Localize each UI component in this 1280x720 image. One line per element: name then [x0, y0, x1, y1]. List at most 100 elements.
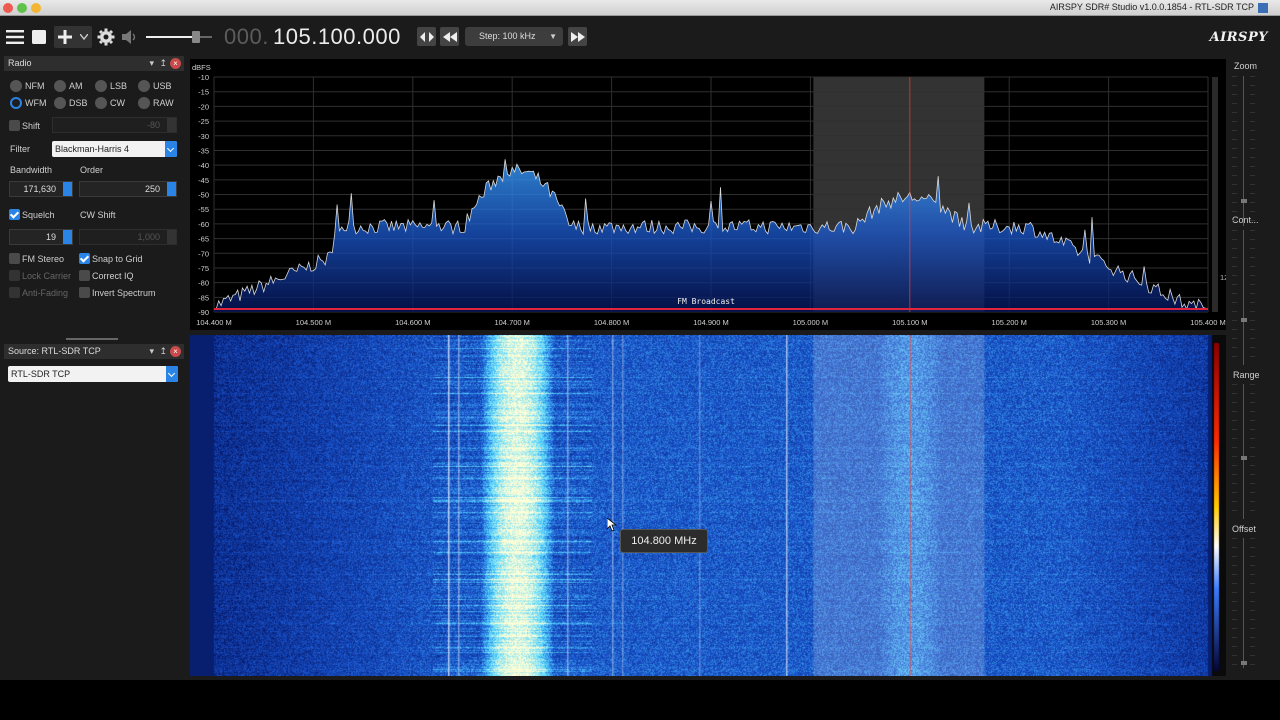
- mode-radio-usb[interactable]: [138, 80, 150, 92]
- chevron-down-icon[interactable]: ▾: [149, 346, 154, 357]
- correct-iq-checkbox[interactable]: [79, 270, 90, 281]
- mode-radio-wfm[interactable]: [10, 97, 22, 109]
- mode-radio-lsb[interactable]: [95, 80, 107, 92]
- minimize-window-button[interactable]: [31, 3, 41, 13]
- shift-spinner[interactable]: [167, 118, 176, 132]
- slider-thumb[interactable]: [1241, 318, 1247, 322]
- chevron-down-icon[interactable]: ▾: [149, 58, 154, 69]
- bandwidth-spinner[interactable]: [63, 182, 72, 196]
- slider-tick: [1232, 664, 1237, 665]
- slider-tick: [1250, 483, 1255, 484]
- anti-fading-checkbox[interactable]: [9, 287, 20, 298]
- close-window-button[interactable]: [3, 3, 13, 13]
- fm-stereo-checkbox[interactable]: [9, 253, 20, 264]
- close-icon[interactable]: ×: [170, 346, 181, 357]
- squelch-input[interactable]: 19: [9, 229, 73, 245]
- slider-tick: [1232, 610, 1237, 611]
- mode-radio-raw[interactable]: [138, 97, 150, 109]
- y-tick-label: -90: [198, 308, 209, 317]
- close-icon[interactable]: ×: [170, 58, 181, 69]
- mode-radio-dsb[interactable]: [54, 97, 66, 109]
- slider-tick: [1250, 320, 1255, 321]
- mute-button[interactable]: [120, 26, 140, 48]
- shift-checkbox[interactable]: [9, 120, 20, 131]
- invert-spectrum-label: Invert Spectrum: [92, 288, 156, 298]
- slider-tick: [1250, 456, 1255, 457]
- bandwidth-input[interactable]: 171,630: [9, 181, 73, 197]
- y-unit-label: dBFS: [192, 63, 211, 72]
- y-tick-label: -30: [198, 132, 209, 141]
- mode-label-dsb: DSB: [69, 98, 88, 108]
- shift-label: Shift: [22, 121, 41, 131]
- slider-tick: [1232, 356, 1237, 357]
- waterfall-canvas[interactable]: [190, 335, 1226, 676]
- y-tick-label: -70: [198, 249, 209, 258]
- slider-tick: [1250, 166, 1255, 167]
- slider-thumb[interactable]: [1241, 199, 1247, 203]
- step-size-select[interactable]: Step: 100 kHz ▼: [465, 27, 563, 46]
- offset-slider[interactable]: [1232, 538, 1255, 668]
- frequency-display[interactable]: 105.100.000: [273, 24, 401, 50]
- mode-label-raw: RAW: [153, 98, 174, 108]
- squelch-spinner[interactable]: [63, 230, 72, 244]
- slider-tick: [1232, 556, 1237, 557]
- range-slider[interactable]: [1232, 384, 1255, 519]
- filter-select[interactable]: Blackman-Harris 4: [52, 141, 177, 157]
- frequency-prefix[interactable]: 000.: [224, 24, 269, 50]
- zoom-window-button[interactable]: [17, 3, 27, 13]
- slider-tick: [1232, 338, 1237, 339]
- snap-to-grid-checkbox[interactable]: [79, 253, 90, 264]
- invert-spectrum-checkbox[interactable]: [79, 287, 90, 298]
- add-button[interactable]: [54, 26, 92, 48]
- zoom-slider[interactable]: [1232, 76, 1255, 226]
- slider-thumb[interactable]: [1241, 661, 1247, 665]
- cw-shift-spinner[interactable]: [167, 230, 176, 244]
- app-icon: [1258, 3, 1268, 13]
- step-back-button[interactable]: [440, 27, 459, 46]
- volume-slider-thumb[interactable]: [192, 31, 200, 43]
- y-tick-label: -15: [198, 88, 209, 97]
- slider-tick: [1232, 257, 1237, 258]
- contrast-slider[interactable]: [1232, 230, 1255, 365]
- order-input[interactable]: 250: [79, 181, 177, 197]
- spectrum-plot[interactable]: -10 -15 -20 -25 -30 -35 -40 -45 -50 -55 -60 -65 -70 -…: [190, 59, 1228, 330]
- lock-carrier-checkbox[interactable]: [9, 270, 20, 281]
- slider-tick: [1232, 202, 1237, 203]
- panel-splitter-handle[interactable]: [66, 338, 118, 340]
- order-value: 250: [144, 184, 160, 194]
- mode-radio-am[interactable]: [54, 80, 66, 92]
- cw-shift-input[interactable]: 1,000: [79, 229, 177, 245]
- stop-button[interactable]: [31, 26, 47, 48]
- source-value: RTL-SDR TCP: [11, 369, 71, 379]
- slider-tick: [1250, 148, 1255, 149]
- spectrum-analyzer[interactable]: -10 -15 -20 -25 -30 -35 -40 -45 -50 -55 -60 -65 -70 -…: [190, 59, 1228, 330]
- slider-tick: [1232, 248, 1237, 249]
- plus-icon: [58, 30, 72, 44]
- shift-input[interactable]: -80: [52, 117, 177, 133]
- slider-tick: [1232, 157, 1237, 158]
- pin-icon[interactable]: ↥: [159, 346, 167, 357]
- mode-radio-nfm[interactable]: [10, 80, 22, 92]
- y-tick-label: -50: [198, 191, 209, 200]
- order-spinner[interactable]: [167, 182, 176, 196]
- title-bar: AIRSPY SDR# Studio v1.0.0.1854 - RTL-SDR…: [0, 0, 1280, 16]
- source-select[interactable]: RTL-SDR TCP: [8, 366, 178, 382]
- menu-button[interactable]: [6, 26, 24, 48]
- mode-radio-cw[interactable]: [95, 97, 107, 109]
- tune-left-right-button[interactable]: [417, 27, 436, 46]
- slider-tick: [1250, 76, 1255, 77]
- slider-tick: [1250, 510, 1255, 511]
- slider-thumb[interactable]: [1241, 456, 1247, 460]
- correct-iq-label: Correct IQ: [92, 271, 134, 281]
- slider-tick: [1250, 646, 1255, 647]
- offset-label: Offset: [1232, 524, 1256, 534]
- sdr-app-window: AIRSPY SDR# Studio v1.0.0.1854 - RTL-SDR…: [0, 0, 1280, 720]
- slider-tick: [1250, 619, 1255, 620]
- squelch-checkbox[interactable]: [9, 209, 20, 220]
- pin-icon[interactable]: ↥: [159, 58, 167, 69]
- anti-fading-label: Anti-Fading: [22, 288, 69, 298]
- volume-slider[interactable]: [146, 31, 212, 43]
- waterfall-display[interactable]: [190, 335, 1226, 676]
- step-forward-button[interactable]: [568, 27, 587, 46]
- settings-button[interactable]: [96, 26, 116, 48]
